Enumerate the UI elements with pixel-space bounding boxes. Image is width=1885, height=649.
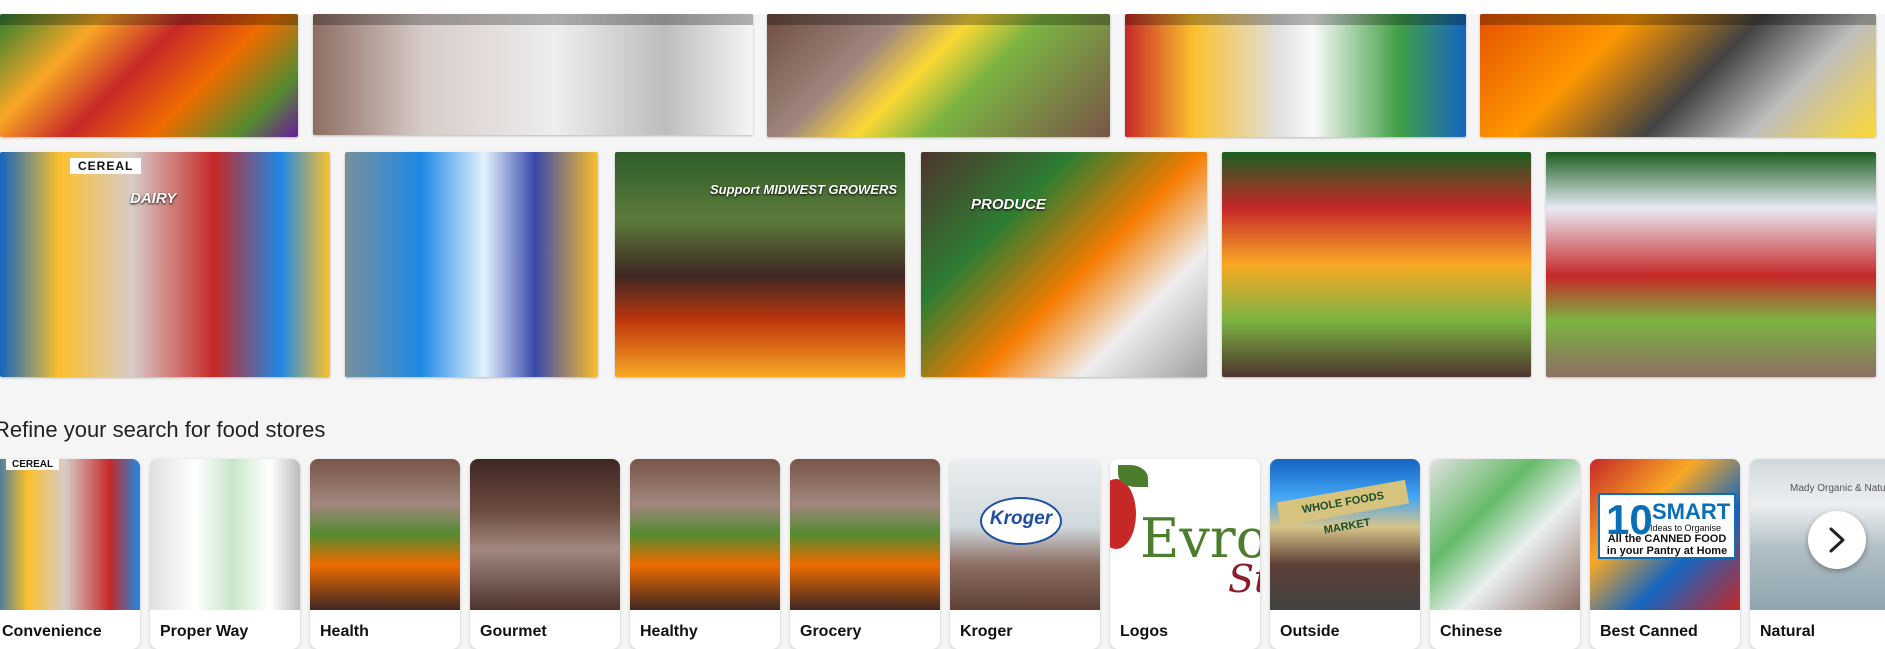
image-shade	[1125, 14, 1466, 26]
image-result-cereal-aisle[interactable]: CEREAL DAIRY	[0, 152, 330, 377]
image-shade	[767, 14, 1110, 26]
refine-card-logos[interactable]: Evro St Logos	[1110, 459, 1260, 649]
produce-sign: PRODUCE	[971, 196, 1047, 213]
card-label: Kroger	[960, 623, 1013, 640]
refine-card-gourmet[interactable]: Gourmet	[470, 459, 620, 649]
refine-card-best-canned[interactable]: 10 SMART Ideas to Organise All the CANNE…	[1590, 459, 1740, 649]
image-shade	[0, 14, 298, 26]
refine-cards-row: CEREAL Convenience Proper Way Health Gou…	[0, 459, 1885, 649]
image-result-oranges-bins[interactable]	[1480, 14, 1876, 137]
refine-card-health[interactable]: Health	[310, 459, 460, 649]
cereal-sign: CEREAL	[70, 158, 142, 174]
image-result-produce-section[interactable]: Support MIDWEST GROWERS	[615, 152, 905, 377]
card-label: Healthy	[640, 623, 698, 640]
canned-title: SMART	[1652, 499, 1731, 524]
refine-card-convenience[interactable]: CEREAL Convenience	[0, 459, 140, 649]
card-label: Gourmet	[480, 623, 547, 640]
image-shade	[313, 14, 753, 25]
card-thumbnail: 10 SMART Ideas to Organise All the CANNE…	[1590, 459, 1740, 610]
refine-card-healthy[interactable]: Healthy	[630, 459, 780, 649]
refine-card-chinese[interactable]: Chinese	[1430, 459, 1580, 649]
natural-store-sign: Mady Organic & Natu	[1790, 483, 1885, 494]
card-thumbnail: Evro St	[1110, 459, 1260, 610]
card-thumbnail	[470, 459, 620, 610]
card-thumbnail	[790, 459, 940, 610]
card-thumbnail	[150, 459, 300, 610]
canned-line: All the CANNED FOOD in your Pantry at Ho…	[1606, 533, 1728, 557]
growers-sign: Support MIDWEST GROWERS	[710, 182, 898, 197]
refine-card-outside[interactable]: WHOLE FOODS MARKET Outside	[1270, 459, 1420, 649]
card-thumbnail	[1430, 459, 1580, 610]
card-label: Best Canned	[1600, 623, 1698, 640]
card-label: Proper Way	[160, 623, 249, 640]
card-thumbnail: CEREAL	[0, 459, 140, 610]
card-thumbnail	[630, 459, 780, 610]
leaf-logo-icon	[1110, 479, 1136, 549]
card-label: Outside	[1280, 623, 1340, 640]
card-thumbnail	[310, 459, 460, 610]
next-button[interactable]	[1808, 511, 1866, 569]
card-label: Natural	[1760, 623, 1816, 640]
card-thumbnail: Kroger	[950, 459, 1100, 610]
image-result-produce-entrance[interactable]: PRODUCE	[921, 152, 1207, 377]
image-result-fruit-stand[interactable]	[0, 14, 298, 137]
whole-foods-sign: WHOLE FOODS MARKET	[1276, 479, 1410, 537]
chevron-right-icon	[1829, 527, 1845, 553]
image-result-shopper-aisle[interactable]	[345, 152, 598, 377]
canned-subtitle: Ideas to Organise	[1650, 523, 1722, 533]
evro-logo-text-2: St	[1228, 557, 1260, 601]
card-thumbnail: WHOLE FOODS MARKET	[1270, 459, 1420, 610]
card-label: Logos	[1120, 623, 1168, 640]
card-label: Grocery	[800, 623, 862, 640]
refine-card-proper-way[interactable]: Proper Way	[150, 459, 300, 649]
kroger-logo: Kroger	[980, 497, 1062, 545]
kroger-logo-text: Kroger	[989, 508, 1053, 529]
image-result-apple-display[interactable]	[1546, 152, 1876, 377]
image-result-produce-shelves[interactable]	[1222, 152, 1531, 377]
image-result-produce-display[interactable]	[767, 14, 1110, 137]
refine-card-grocery[interactable]: Grocery	[790, 459, 940, 649]
dairy-sign: DAIRY	[130, 190, 177, 207]
image-result-store-aisle[interactable]	[1125, 14, 1466, 137]
refine-card-kroger[interactable]: Kroger Kroger	[950, 459, 1100, 649]
image-shade	[1480, 14, 1876, 26]
cereal-sign: CEREAL	[6, 459, 60, 470]
card-label: Convenience	[2, 623, 102, 640]
image-result-deli-case[interactable]	[313, 14, 753, 135]
card-label: Chinese	[1440, 623, 1503, 640]
refine-heading: Refine your search for food stores	[0, 417, 326, 442]
card-label: Health	[320, 623, 369, 640]
canned-food-banner: 10 SMART Ideas to Organise All the CANNE…	[1598, 493, 1736, 559]
image-results-grid: CEREAL DAIRY Support MIDWEST GROWERS PRO…	[0, 0, 1885, 392]
